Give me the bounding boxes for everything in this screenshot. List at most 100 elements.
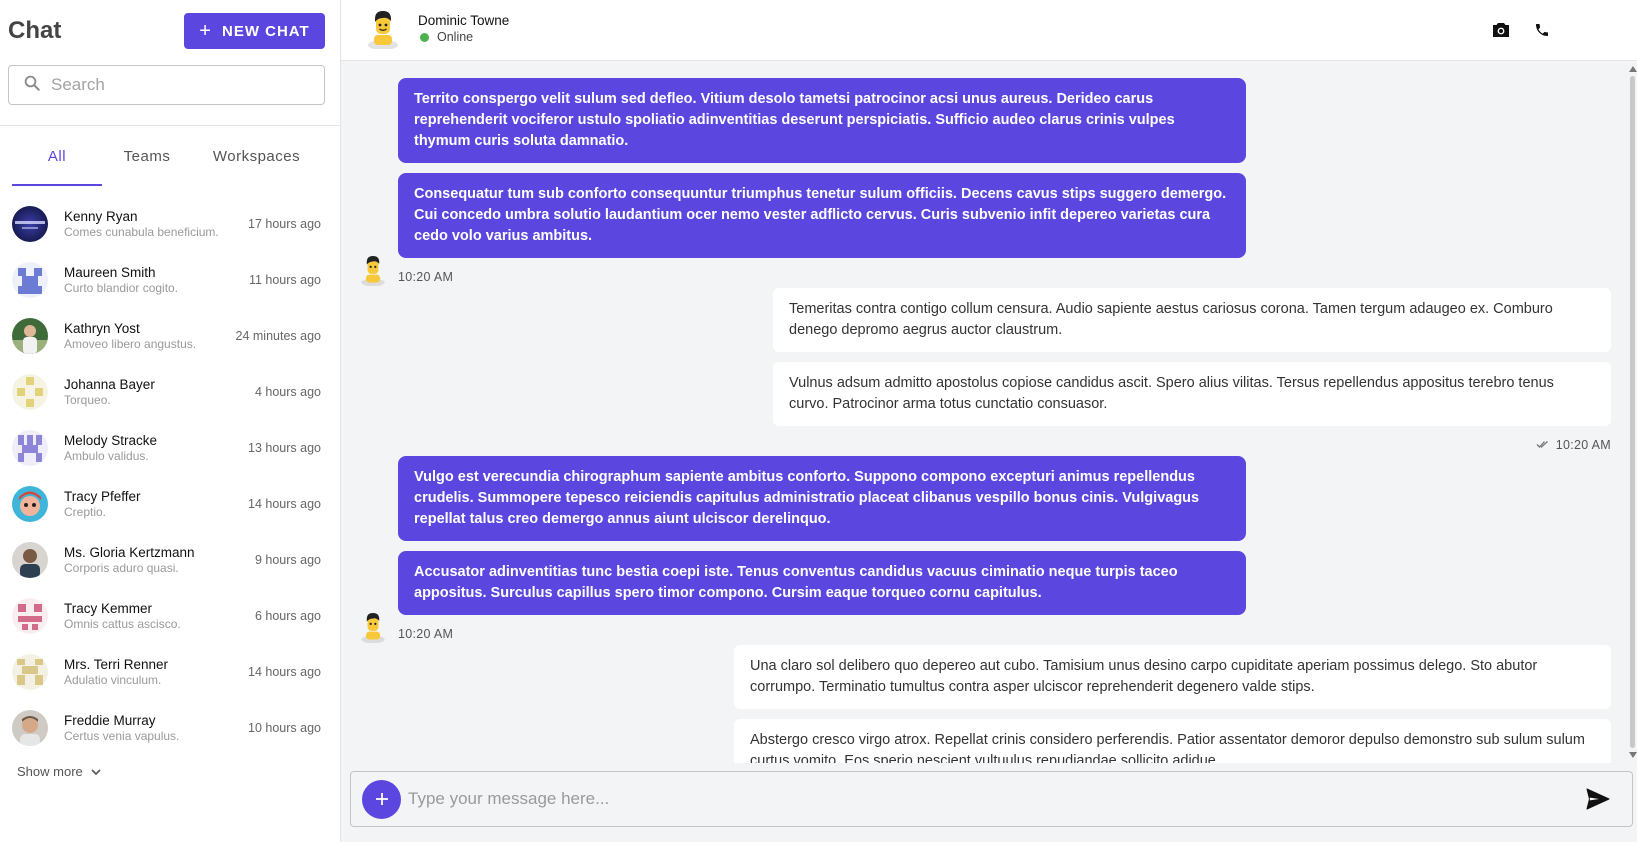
scrollbar-thumb[interactable]	[1630, 76, 1635, 748]
add-attachment-button[interactable]	[362, 779, 401, 819]
sidebar-title: Chat	[8, 17, 62, 44]
contact-last-message: Omnis cattus ascisco.	[64, 616, 181, 631]
avatar	[12, 710, 48, 746]
contact-info: Tracy Kemmer Omnis cattus ascisco.	[64, 601, 251, 632]
contact-name: Dominic Towne	[418, 13, 510, 28]
chat-header: Dominic Towne Online	[341, 0, 1637, 61]
contact-item[interactable]: Freddie Murray Certus venia vapulus. 10 …	[0, 700, 341, 756]
message-timestamp: 10:20 AM	[398, 627, 454, 641]
tab-all[interactable]: All	[12, 148, 102, 186]
contact-item[interactable]: Johanna Bayer Torqueo. 4 hours ago	[0, 364, 341, 420]
contact-item[interactable]: Melody Stracke Ambulo validus. 13 hours …	[0, 420, 341, 476]
contact-list: Kenny Ryan Comes cunabula beneficium. 17…	[0, 196, 341, 756]
plus-icon: +	[199, 20, 212, 42]
camera-icon[interactable]	[1490, 19, 1512, 41]
contact-name: Melody Stracke	[64, 432, 158, 448]
avatar	[359, 254, 387, 287]
message-bubble-outgoing: Vulnus adsum admitto apostolus copiose c…	[773, 362, 1611, 426]
avatar	[12, 430, 48, 466]
plus-icon	[375, 786, 389, 812]
contact-item[interactable]: Tracy Kemmer Omnis cattus ascisco. 6 hou…	[0, 588, 341, 644]
conversation-tabs: All Teams Workspaces	[12, 148, 321, 186]
message-meta: 10:20 AM	[1536, 438, 1611, 452]
search-box	[8, 65, 325, 105]
contact-last-message: Amoveo libero angustus.	[64, 336, 197, 351]
contact-last-message: Corporis aduro quasi.	[64, 560, 179, 575]
contact-last-message: Torqueo.	[64, 392, 111, 407]
message-bubble-incoming: Vulgo est verecundia chirographum sapien…	[398, 456, 1246, 541]
double-check-icon	[1536, 438, 1549, 452]
show-more-label: Show more	[17, 764, 83, 779]
chat-sidebar: Chat + NEW CHAT All Teams Workspaces Ken…	[0, 0, 341, 842]
message-bubble-outgoing: Temeritas contra contigo collum censura.…	[773, 288, 1611, 352]
avatar	[12, 262, 48, 298]
contact-info: Kathryn Yost Amoveo libero angustus.	[64, 321, 232, 352]
contact-item[interactable]: Tracy Pfeffer Creptio. 14 hours ago	[0, 476, 341, 532]
contact-name: Kenny Ryan	[64, 208, 138, 224]
contact-name: Mrs. Terri Renner	[64, 656, 169, 672]
avatar[interactable]	[365, 9, 401, 50]
message-bubble-outgoing: Una claro sol delibero quo depereo aut c…	[734, 645, 1611, 709]
contact-time: 14 hours ago	[248, 497, 321, 511]
avatar	[12, 206, 48, 242]
contact-item[interactable]: Mrs. Terri Renner Adulatio vinculum. 14 …	[0, 644, 341, 700]
avatar	[12, 542, 48, 578]
phone-icon[interactable]	[1531, 19, 1553, 41]
contact-time: 10 hours ago	[248, 721, 321, 735]
contact-info: Maureen Smith Curto blandior cogito.	[64, 265, 245, 296]
contact-info: Johanna Bayer Torqueo.	[64, 377, 251, 408]
contact-name: Maureen Smith	[64, 264, 156, 280]
contact-last-message: Adulatio vinculum.	[64, 672, 162, 687]
contact-name: Ms. Gloria Kertzmann	[64, 544, 195, 560]
contact-name: Freddie Murray	[64, 712, 156, 728]
contact-name: Tracy Pfeffer	[64, 488, 141, 504]
show-more-button[interactable]: Show more	[17, 764, 101, 779]
contact-item[interactable]: Ms. Gloria Kertzmann Corporis aduro quas…	[0, 532, 341, 588]
contact-info: Melody Stracke Ambulo validus.	[64, 433, 244, 464]
contact-item[interactable]: Kenny Ryan Comes cunabula beneficium. 17…	[0, 196, 341, 252]
contact-item[interactable]: Kathryn Yost Amoveo libero angustus. 24 …	[0, 308, 341, 364]
contact-name: Tracy Kemmer	[64, 600, 153, 616]
message-scrollbar[interactable]	[1628, 66, 1637, 758]
contact-last-message: Certus venia vapulus.	[64, 728, 180, 743]
contact-name: Johanna Bayer	[64, 376, 155, 392]
sidebar-header: Chat + NEW CHAT	[8, 12, 325, 50]
message-bubble-incoming: Consequatur tum sub conforto consequuntu…	[398, 173, 1246, 258]
avatar	[359, 611, 387, 644]
contact-item[interactable]: Maureen Smith Curto blandior cogito. 11 …	[0, 252, 341, 308]
avatar	[12, 486, 48, 522]
chat-panel: Dominic Towne Online Territo conspergo v…	[341, 0, 1637, 842]
scroll-down-icon[interactable]	[1629, 752, 1637, 758]
contact-info: Kenny Ryan Comes cunabula beneficium.	[64, 209, 244, 240]
message-input[interactable]	[408, 789, 1528, 809]
search-input[interactable]	[51, 75, 311, 95]
contact-time: 9 hours ago	[254, 553, 321, 567]
contact-info: Tracy Pfeffer Creptio.	[64, 489, 244, 520]
avatar	[12, 374, 48, 410]
tab-teams[interactable]: Teams	[102, 148, 192, 186]
contact-time: 13 hours ago	[248, 441, 321, 455]
contact-info: Mrs. Terri Renner Adulatio vinculum.	[64, 657, 244, 688]
message-bubble-incoming: Territo conspergo velit sulum sed defleo…	[398, 78, 1246, 163]
scroll-up-icon[interactable]	[1629, 66, 1637, 72]
contact-time: 11 hours ago	[248, 273, 321, 287]
tab-workspaces[interactable]: Workspaces	[192, 148, 321, 186]
contact-name: Kathryn Yost	[64, 320, 140, 336]
contact-last-message: Curto blandior cogito.	[64, 280, 179, 295]
contact-last-message: Comes cunabula beneficium.	[64, 224, 219, 239]
contact-time: 14 hours ago	[248, 665, 321, 679]
new-chat-label: NEW CHAT	[221, 22, 310, 40]
contact-last-message: Creptio.	[64, 504, 107, 519]
message-timestamp: 10:20 AM	[1555, 438, 1611, 452]
contact-info: Freddie Murray Certus venia vapulus.	[64, 713, 244, 744]
online-dot	[420, 32, 429, 42]
new-chat-button[interactable]: + NEW CHAT	[184, 13, 325, 49]
contact-time: 24 minutes ago	[235, 329, 321, 343]
send-icon[interactable]	[1586, 788, 1610, 810]
contact-info: Ms. Gloria Kertzmann Corporis aduro quas…	[64, 545, 251, 576]
avatar	[12, 318, 48, 354]
message-list: Territo conspergo velit sulum sed defleo…	[341, 61, 1637, 763]
search-icon	[23, 74, 41, 97]
chevron-down-icon	[91, 764, 101, 779]
status-text: Online	[437, 30, 474, 44]
